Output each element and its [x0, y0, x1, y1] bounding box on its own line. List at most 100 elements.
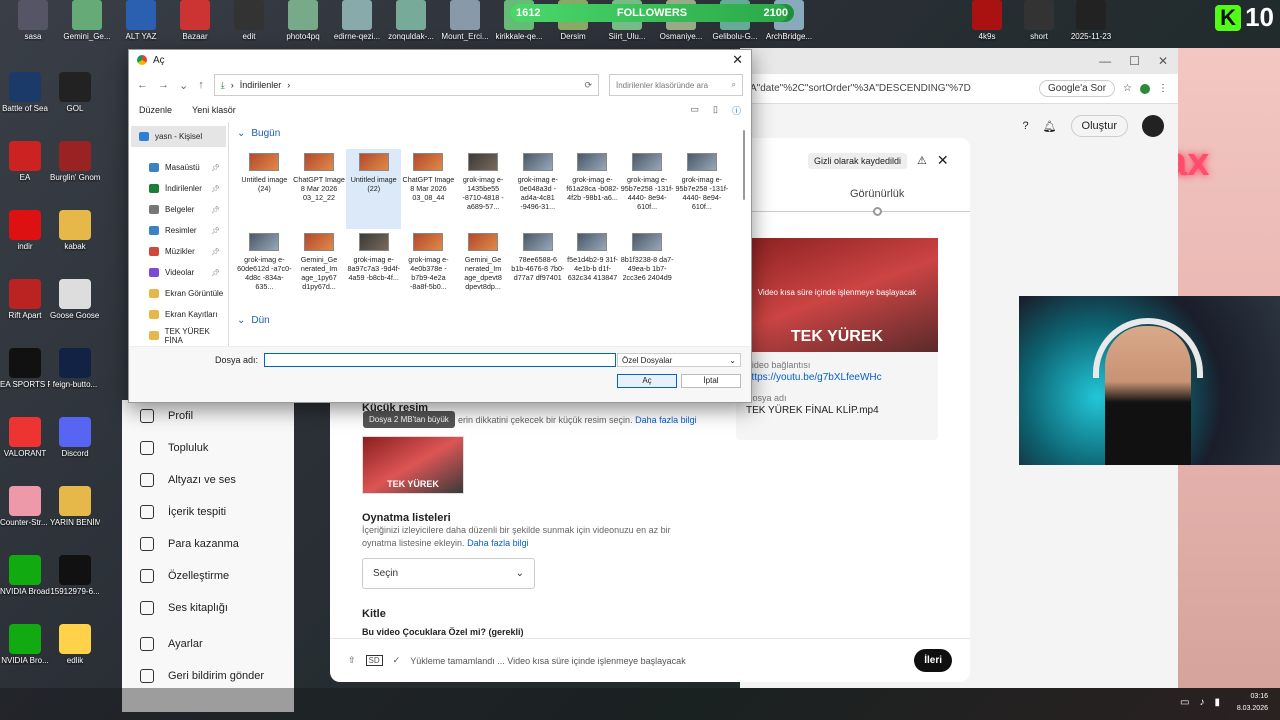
desktop-shortcut[interactable]: 2025-11-23	[1064, 0, 1118, 41]
close-icon[interactable]: ✕	[937, 152, 949, 169]
maximize-icon[interactable]: ☐	[1129, 54, 1140, 68]
filename-input[interactable]	[264, 353, 617, 367]
address-bar[interactable]: A"date"%2C"sortOrder"%3A"DESCENDING"%7D …	[740, 74, 1178, 104]
desktop-shortcut[interactable]: Goose Goose Duck	[50, 279, 100, 320]
file-item[interactable]: Gemini_Ge nerated_Im age_1py67 d1py67d..…	[292, 229, 347, 309]
desktop-shortcut[interactable]: 4k9s	[960, 0, 1014, 41]
desktop-shortcut[interactable]: zonquldak-...	[384, 0, 438, 41]
path-bar[interactable]: ⤓ › İndirilenler › ⟳	[213, 74, 599, 96]
avatar[interactable]	[1142, 115, 1164, 137]
forward-icon[interactable]: →	[158, 79, 169, 91]
desktop-shortcut[interactable]: YARIN BENİM	[50, 486, 100, 527]
up-icon[interactable]: ↑	[198, 79, 204, 91]
desktop-shortcut[interactable]: indir	[0, 210, 50, 251]
google-ask-chip[interactable]: Google'a Sor	[1038, 80, 1116, 97]
sidebar-item[interactable]: Videolar 📌︎	[129, 262, 228, 283]
refresh-icon[interactable]: ⟳	[584, 80, 592, 91]
sidebar-item[interactable]: Özelleştirme	[122, 560, 294, 592]
playlists-learn-more[interactable]: Daha fazla bilgi	[467, 538, 529, 548]
desktop-shortcut[interactable]: kabak	[50, 210, 100, 251]
file-item[interactable]: 78ee6588-6 b1b-4676-8 7b0-d77a7 df97401	[510, 229, 565, 309]
playlist-select[interactable]: Seçin ⌄	[362, 558, 535, 589]
sidebar-item[interactable]: Müzikler 📌︎	[129, 241, 228, 262]
desktop-shortcut[interactable]: EA	[0, 141, 50, 182]
thumbnail-learn-more[interactable]: Daha fazla bilgi	[635, 415, 697, 425]
help-icon[interactable]: ⓘ	[732, 104, 741, 117]
volume-icon[interactable]: ♪	[1199, 697, 1204, 708]
new-folder-button[interactable]: Yeni klasör	[192, 105, 236, 115]
sidebar-item-onedrive[interactable]: yasn - Kişisel	[131, 126, 226, 147]
sidebar-item[interactable]: Ekran Kayıtları	[129, 304, 228, 325]
network-icon[interactable]: ▭	[1180, 697, 1189, 708]
notifications-icon[interactable]: 🔔︎	[1043, 120, 1057, 133]
video-link[interactable]: https://youtu.be/g7bXLfeeWHc	[746, 372, 928, 383]
file-item[interactable]: f5e1d4b2-9 31f-4e1b-b d1f-632c34 413847	[565, 229, 620, 309]
search-input[interactable]: İndirilenler klasöründe ara ⌕	[609, 74, 743, 96]
desktop-shortcut[interactable]: sasa	[6, 0, 60, 41]
sidebar-item[interactable]: Altyazı ve ses	[122, 464, 294, 496]
path-current[interactable]: İndirilenler	[240, 80, 282, 90]
desktop-shortcut[interactable]: Counter-Str... 2	[0, 486, 50, 527]
feedback-icon[interactable]: ⚠	[917, 154, 927, 167]
menu-icon[interactable]: ⋮	[1158, 83, 1168, 94]
desktop-shortcut[interactable]: edirne-qezi...	[330, 0, 384, 41]
file-item[interactable]: ChatGPT Image 8 Mar 2026 03_08_44	[401, 149, 456, 229]
sidebar-item[interactable]: Para kazanma	[122, 528, 294, 560]
desktop-shortcut[interactable]: Battle of Sea	[0, 72, 50, 113]
file-item[interactable]: ChatGPT Image 8 Mar 2026 03_12_22	[292, 149, 347, 229]
thumbnail-image[interactable]: TEK YÜREK	[362, 436, 464, 494]
video-preview[interactable]: Video kısa süre içinde işlenmeye başlaya…	[736, 238, 938, 352]
cancel-button[interactable]: İptal	[681, 374, 741, 388]
clock[interactable]: 03:16 8.03.2026	[1237, 691, 1268, 715]
file-item[interactable]: Untitled image (24)	[237, 149, 292, 229]
desktop-shortcut[interactable]: edit	[222, 0, 276, 41]
minimize-icon[interactable]: —	[1099, 54, 1111, 68]
file-item[interactable]: grok-imag e-4e0b378e -b7b9-4e2a -8a8f-5b…	[401, 229, 456, 309]
sidebar-item[interactable]: Topluluk	[122, 432, 294, 464]
desktop-shortcut[interactable]: 15912979-6...	[50, 555, 100, 596]
sidebar-item[interactable]: Ayarlar	[122, 628, 294, 660]
file-item[interactable]: grok-imag e-f61a28ca -b082-4f2b -98b1-a6…	[565, 149, 620, 229]
close-icon[interactable]: ✕	[1158, 54, 1168, 68]
help-icon[interactable]: ?	[1022, 120, 1028, 132]
star-icon[interactable]: ☆	[1123, 83, 1132, 94]
step-visibility[interactable]: Görünürlük	[850, 188, 904, 200]
file-item[interactable]: grok-imag e-0e048a3d -ad4a-4c81 -9496-31…	[510, 149, 565, 229]
desktop-shortcut[interactable]: VALORANT	[0, 417, 50, 458]
file-item[interactable]: grok-imag e-60de612d -a7c0-4d8c -834a-63…	[237, 229, 292, 309]
file-item[interactable]: Gemini_Ge nerated_Im age_dpevt8 dpevt8dp…	[456, 229, 511, 309]
sidebar-item[interactable]: Ses kitaplığı	[122, 592, 294, 624]
file-item[interactable]: grok-imag e-1435be55 -8710-4818 -a689-57…	[456, 149, 511, 229]
file-item[interactable]: grok-imag e-95b7e258 -131f-4440- 8e94-61…	[675, 149, 730, 229]
desktop-shortcut[interactable]: feign-butto...	[50, 348, 100, 389]
open-button[interactable]: Aç	[617, 374, 677, 388]
desktop-shortcut[interactable]: EA SPORTS FC 26	[0, 348, 50, 389]
scrollbar[interactable]	[743, 130, 745, 200]
organize-button[interactable]: Düzenle	[139, 105, 172, 115]
sidebar-item[interactable]: İndirilenler 📌︎	[129, 178, 228, 199]
desktop-shortcut[interactable]: Rift Apart	[0, 279, 50, 320]
desktop-shortcut[interactable]: NVIDIA Bro...	[0, 624, 50, 665]
address-url[interactable]: A"date"%2C"sortOrder"%3A"DESCENDING"%7D	[750, 83, 1031, 94]
battery-icon[interactable]: ▮	[1214, 697, 1220, 708]
desktop-shortcut[interactable]: Mount_Erci...	[438, 0, 492, 41]
file-item[interactable]: grok-imag e-95b7e258 -131f-4440- 8e94-61…	[620, 149, 675, 229]
upload-icon[interactable]: ⇧	[348, 655, 356, 666]
sidebar-item[interactable]: Resimler 📌︎	[129, 220, 228, 241]
sidebar-item[interactable]: Profil	[122, 400, 294, 432]
sidebar-item[interactable]: TEK YÜREK FİNA	[129, 325, 228, 346]
desktop-shortcut[interactable]: Burglin' Gnom...	[50, 141, 100, 182]
sidebar-item[interactable]: Belgeler 📌︎	[129, 199, 228, 220]
preview-pane-icon[interactable]: ▯	[713, 104, 718, 117]
desktop-shortcut[interactable]: Bazaar	[168, 0, 222, 41]
group-today[interactable]: ⌄ Bugün	[233, 122, 741, 149]
desktop-shortcut[interactable]: edlik	[50, 624, 100, 665]
sidebar-item[interactable]: Ekran Görüntüle	[129, 283, 228, 304]
desktop-shortcut[interactable]: photo4pq	[276, 0, 330, 41]
chevron-down-icon[interactable]: ⌄	[179, 79, 188, 92]
desktop-shortcut[interactable]: NVIDIA Broadcast	[0, 555, 50, 596]
desktop-shortcut[interactable]: ALT YAZ	[114, 0, 168, 41]
sidebar-item[interactable]: Masaüstü 📌︎	[129, 157, 228, 178]
next-button[interactable]: İleri	[914, 649, 952, 672]
desktop-shortcut[interactable]: short	[1012, 0, 1066, 41]
